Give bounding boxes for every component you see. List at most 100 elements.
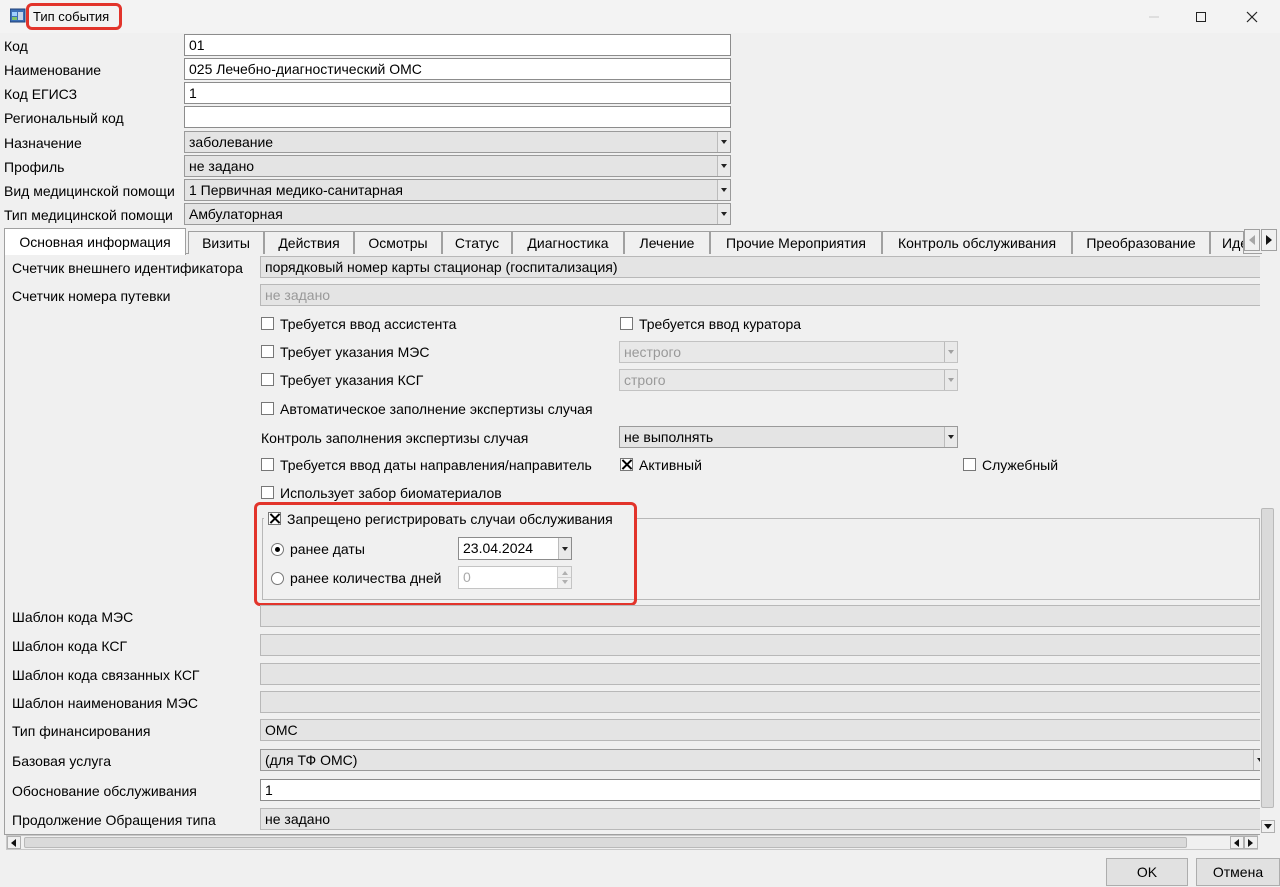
expertise-control-dropdown-button[interactable] bbox=[944, 427, 957, 447]
care-kind-select[interactable]: 1 Первичная медико-санитарная bbox=[184, 179, 731, 201]
tab-transformation[interactable]: Преобразование bbox=[1072, 231, 1210, 254]
ok-button[interactable]: OK bbox=[1106, 858, 1188, 886]
base-service-value: (для ТФ ОМС) bbox=[265, 752, 358, 768]
tab-examinations[interactable]: Осмотры bbox=[354, 231, 442, 254]
continuation-label: Продолжение Обращения типа bbox=[12, 812, 216, 828]
ksg-label: Требует указания КСГ bbox=[280, 372, 424, 388]
biomaterial-checkbox[interactable] bbox=[261, 486, 274, 499]
care-kind-dropdown-button[interactable] bbox=[717, 180, 730, 200]
care-type-value: Амбулаторная bbox=[189, 206, 283, 222]
hscroll-left-button-2[interactable] bbox=[1230, 836, 1244, 849]
title-bar[interactable] bbox=[0, 0, 1280, 33]
tab-service-control[interactable]: Контроль обслуживания bbox=[882, 231, 1072, 254]
assistant-label: Требуется ввод ассистента bbox=[280, 316, 457, 332]
tab-actions[interactable]: Действия bbox=[264, 231, 354, 254]
related-ksg-template-input[interactable] bbox=[260, 663, 1262, 685]
purpose-value: заболевание bbox=[189, 134, 274, 150]
base-service-select[interactable]: (для ТФ ОМС) bbox=[260, 749, 1267, 771]
chevron-down-icon bbox=[721, 188, 727, 192]
maximize-button[interactable] bbox=[1178, 0, 1224, 33]
expertise-control-value: не выполнять bbox=[624, 429, 714, 445]
finance-type-select[interactable]: ОМС bbox=[260, 719, 1262, 741]
ext-counter-select[interactable]: порядковый номер карты стационар (госпит… bbox=[260, 256, 1262, 278]
referral-label: Требуется ввод даты направления/направит… bbox=[280, 457, 592, 473]
minimize-button[interactable] bbox=[1131, 0, 1177, 33]
egisz-code-input[interactable]: 1 bbox=[184, 82, 731, 104]
horizontal-scrollbar-thumb[interactable] bbox=[24, 837, 1187, 848]
mes-checkbox[interactable] bbox=[261, 345, 274, 358]
chevron-down-icon bbox=[948, 378, 954, 382]
arrow-right-icon bbox=[1248, 838, 1253, 847]
tab-visits[interactable]: Визиты bbox=[188, 231, 264, 254]
ksg-mode-dropdown-button[interactable] bbox=[944, 370, 957, 390]
referral-checkbox[interactable] bbox=[261, 458, 274, 471]
close-button[interactable] bbox=[1229, 0, 1275, 33]
purpose-select[interactable]: заболевание bbox=[184, 131, 731, 153]
justification-label: Обоснование обслуживания bbox=[12, 783, 197, 799]
active-checkbox[interactable] bbox=[620, 458, 633, 471]
ksg-template-label: Шаблон кода КСГ bbox=[12, 638, 128, 654]
curator-checkbox[interactable] bbox=[620, 317, 633, 330]
curator-label: Требуется ввод куратора bbox=[639, 316, 802, 332]
cancel-button[interactable]: Отмена bbox=[1196, 858, 1280, 886]
auto-expertise-checkbox[interactable] bbox=[261, 402, 274, 415]
arrow-left-icon bbox=[11, 838, 16, 847]
expertise-control-label: Контроль заполнения экспертизы случая bbox=[261, 430, 529, 446]
profile-value: не задано bbox=[189, 158, 255, 174]
continuation-select[interactable]: не задано bbox=[260, 808, 1262, 830]
vertical-scrollbar-thumb[interactable] bbox=[1261, 508, 1274, 808]
voucher-counter-select[interactable]: не задано bbox=[260, 284, 1262, 306]
mes-label: Требует указания МЭС bbox=[280, 344, 430, 360]
profile-select[interactable]: не задано bbox=[184, 155, 731, 177]
chevron-down-icon bbox=[721, 164, 727, 168]
tab-other-activities[interactable]: Прочие Мероприятия bbox=[710, 231, 882, 254]
auto-expertise-label: Автоматическое заполнение экспертизы слу… bbox=[280, 401, 593, 417]
justification-input[interactable]: 1 bbox=[260, 779, 1262, 801]
tab-treatment[interactable]: Лечение bbox=[624, 231, 710, 254]
ksg-checkbox[interactable] bbox=[261, 373, 274, 386]
ext-counter-label: Счетчик внешнего идентификатора bbox=[12, 260, 243, 276]
tab-identifiers[interactable]: Иде bbox=[1210, 231, 1244, 254]
service-label: Служебный bbox=[982, 457, 1059, 473]
finance-type-label: Тип финансирования bbox=[12, 723, 151, 739]
purpose-dropdown-button[interactable] bbox=[717, 132, 730, 152]
care-type-select[interactable]: Амбулаторная bbox=[184, 203, 731, 225]
purpose-label: Назначение bbox=[4, 135, 82, 151]
name-input[interactable]: 025 Лечебно-диагностический ОМС bbox=[184, 58, 731, 80]
tab-status[interactable]: Статус bbox=[442, 231, 512, 254]
code-label: Код bbox=[4, 38, 28, 54]
tabs-scroll-right-button[interactable] bbox=[1261, 229, 1277, 251]
chevron-down-icon bbox=[948, 435, 954, 439]
mes-template-input[interactable] bbox=[260, 605, 1262, 627]
service-checkbox[interactable] bbox=[963, 458, 976, 471]
care-type-dropdown-button[interactable] bbox=[717, 204, 730, 224]
window-title: Тип события bbox=[33, 9, 110, 24]
ksg-template-input[interactable] bbox=[260, 634, 1262, 656]
arrow-left-icon bbox=[1234, 838, 1239, 847]
chevron-down-icon bbox=[948, 350, 954, 354]
mes-mode-value: нестрого bbox=[624, 344, 682, 360]
scroll-down-button[interactable] bbox=[1261, 820, 1275, 833]
tabs-scroll-left-button[interactable] bbox=[1244, 229, 1260, 251]
egisz-code-label: Код ЕГИСЗ bbox=[4, 86, 78, 102]
tab-main-info[interactable]: Основная информация bbox=[4, 228, 186, 255]
care-kind-label: Вид медицинской помощи bbox=[4, 183, 175, 199]
profile-dropdown-button[interactable] bbox=[717, 156, 730, 176]
code-input[interactable]: 01 bbox=[184, 34, 731, 56]
chevron-down-icon bbox=[721, 212, 727, 216]
mes-mode-dropdown-button[interactable] bbox=[944, 342, 957, 362]
scroll-right-button[interactable] bbox=[1244, 836, 1258, 849]
tab-diagnostics[interactable]: Диагностика bbox=[512, 231, 624, 254]
mes-mode-select[interactable]: нестрого bbox=[619, 341, 958, 363]
scroll-left-button[interactable] bbox=[7, 836, 21, 849]
maximize-icon bbox=[1196, 11, 1206, 22]
assistant-checkbox[interactable] bbox=[261, 317, 274, 330]
biomaterial-label: Использует забор биоматериалов bbox=[280, 485, 502, 501]
expertise-control-select[interactable]: не выполнять bbox=[619, 426, 958, 448]
regional-code-input[interactable] bbox=[184, 106, 731, 128]
arrow-down-icon bbox=[1264, 823, 1272, 829]
minimize-icon bbox=[1149, 16, 1159, 17]
mes-name-template-input[interactable] bbox=[260, 691, 1262, 713]
arrow-right-icon bbox=[1266, 235, 1272, 245]
ksg-mode-select[interactable]: строго bbox=[619, 369, 958, 391]
